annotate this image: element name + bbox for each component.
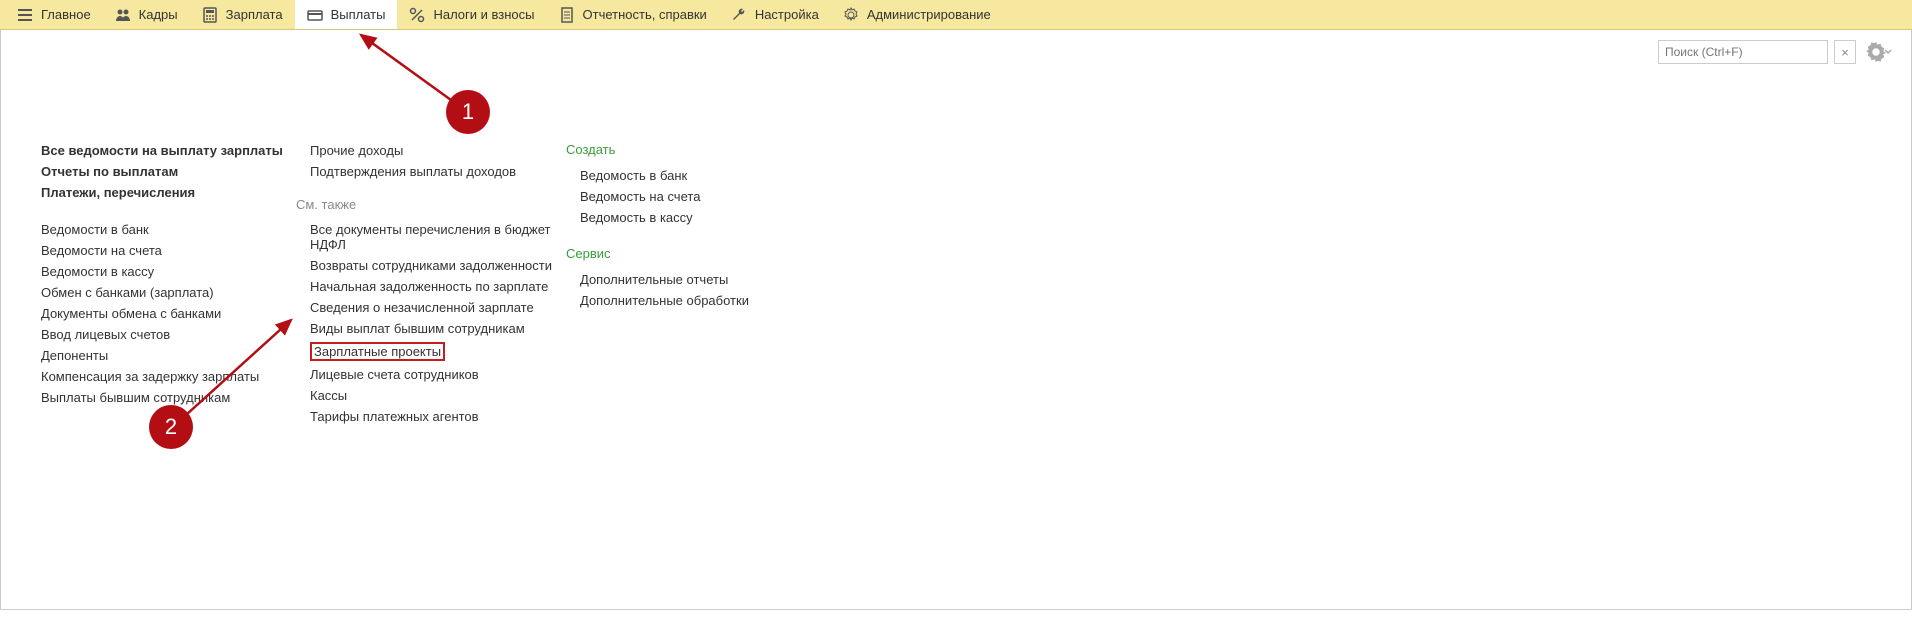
menu-link[interactable]: Компенсация за задержку зарплаты <box>41 366 296 387</box>
toolbar-label: Главное <box>41 7 91 22</box>
people-icon <box>115 7 131 23</box>
bold-link[interactable]: Платежи, перечисления <box>41 182 296 203</box>
menu-link[interactable]: Прочие доходы <box>296 140 566 161</box>
toolbar-item-main[interactable]: Главное <box>5 0 103 29</box>
clear-search-button[interactable]: × <box>1834 40 1856 64</box>
toolbar-label: Зарплата <box>226 7 283 22</box>
toolbar-item-reports[interactable]: Отчетность, справки <box>547 0 719 29</box>
menu-link[interactable]: Подтверждения выплаты доходов <box>296 161 566 182</box>
column-3: Создать Ведомость в банк Ведомость на сч… <box>566 140 826 609</box>
menu-link[interactable]: Виды выплат бывшим сотрудникам <box>296 318 566 339</box>
toolbar-label: Администрирование <box>867 7 991 22</box>
toolbar-item-staff[interactable]: Кадры <box>103 0 190 29</box>
document-icon <box>559 7 575 23</box>
toolbar-item-settings[interactable]: Настройка <box>719 0 831 29</box>
percent-icon <box>409 7 425 23</box>
calculator-icon <box>202 7 218 23</box>
menu-link[interactable]: Депоненты <box>41 345 296 366</box>
settings-gear-icon[interactable] <box>1862 42 1896 62</box>
toolbar-item-admin[interactable]: Администрирование <box>831 0 1003 29</box>
create-link[interactable]: Ведомость в кассу <box>580 207 826 228</box>
menu-link-salary-projects[interactable]: Зарплатные проекты <box>296 339 566 364</box>
menu-link[interactable]: Начальная задолженность по зарплате <box>296 276 566 297</box>
wallet-icon <box>307 7 323 23</box>
search-input[interactable] <box>1658 40 1828 64</box>
toolbar-label: Настройка <box>755 7 819 22</box>
wrench-icon <box>731 7 747 23</box>
menu-link[interactable]: Возвраты сотрудниками задолженности <box>296 255 566 276</box>
highlighted-item: Зарплатные проекты <box>310 342 445 361</box>
service-section-title: Сервис <box>566 244 826 263</box>
gear-icon <box>843 7 859 23</box>
menu-link[interactable]: Ведомости в банк <box>41 219 296 240</box>
column-1: Все ведомости на выплату зарплаты Отчеты… <box>41 140 296 609</box>
menu-icon <box>17 7 33 23</box>
toolbar-label: Кадры <box>139 7 178 22</box>
toolbar-item-payments[interactable]: Выплаты <box>295 0 398 29</box>
menu-link[interactable]: Лицевые счета сотрудников <box>296 364 566 385</box>
annotation-marker-1: 1 <box>446 90 490 134</box>
column-2: Прочие доходы Подтверждения выплаты дохо… <box>296 140 566 609</box>
create-section-title: Создать <box>566 140 826 159</box>
menu-link[interactable]: Ведомости в кассу <box>41 261 296 282</box>
toolbar-label: Налоги и взносы <box>433 7 534 22</box>
top-right-tools: × <box>1658 40 1896 64</box>
bold-link[interactable]: Все ведомости на выплату зарплаты <box>41 140 296 161</box>
bold-link[interactable]: Отчеты по выплатам <box>41 161 296 182</box>
annotation-marker-2: 2 <box>149 405 193 449</box>
menu-link[interactable]: Ведомости на счета <box>41 240 296 261</box>
main-toolbar: Главное Кадры Зарплата Выплаты Налоги и … <box>0 0 1912 30</box>
toolbar-label: Отчетность, справки <box>583 7 707 22</box>
service-link[interactable]: Дополнительные отчеты <box>580 269 826 290</box>
service-link[interactable]: Дополнительные обработки <box>580 290 826 311</box>
menu-columns: Все ведомости на выплату зарплаты Отчеты… <box>1 45 826 609</box>
menu-link[interactable]: Все документы перечисления в бюджет НДФЛ <box>296 219 566 255</box>
content-area: × Все ведомости на выплату зарплаты Отче… <box>0 30 1912 610</box>
section-title: См. также <box>296 194 566 215</box>
toolbar-item-salary[interactable]: Зарплата <box>190 0 295 29</box>
toolbar-label: Выплаты <box>331 7 386 22</box>
create-link[interactable]: Ведомость на счета <box>580 186 826 207</box>
menu-link[interactable]: Ввод лицевых счетов <box>41 324 296 345</box>
menu-link[interactable]: Тарифы платежных агентов <box>296 406 566 427</box>
create-link[interactable]: Ведомость в банк <box>580 165 826 186</box>
menu-link[interactable]: Кассы <box>296 385 566 406</box>
menu-link[interactable]: Обмен с банками (зарплата) <box>41 282 296 303</box>
menu-link[interactable]: Сведения о незачисленной зарплате <box>296 297 566 318</box>
menu-link[interactable]: Документы обмена с банками <box>41 303 296 324</box>
toolbar-item-taxes[interactable]: Налоги и взносы <box>397 0 546 29</box>
